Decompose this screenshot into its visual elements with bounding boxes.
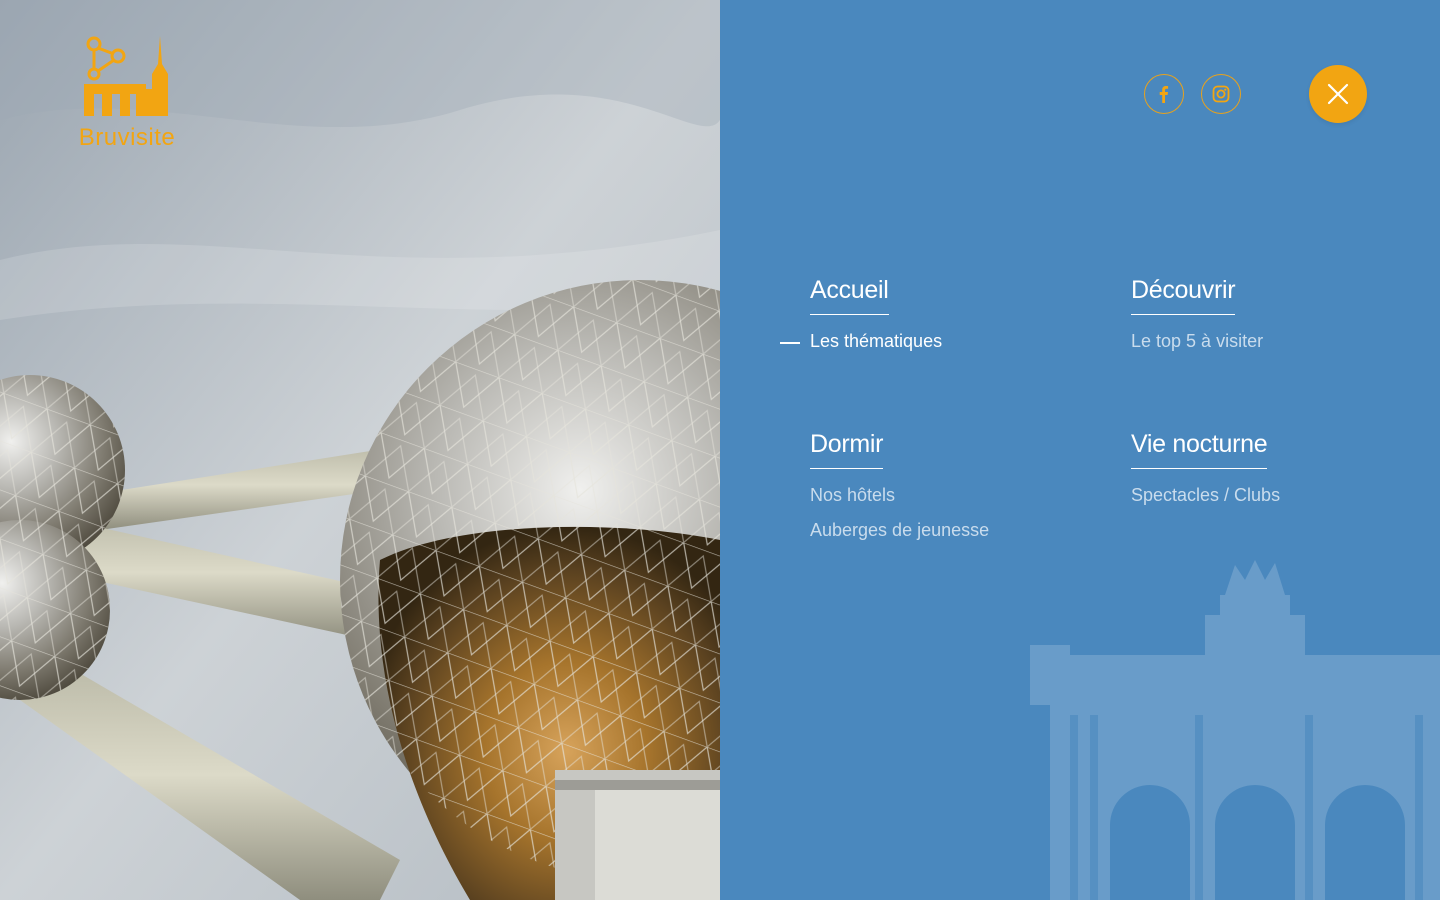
menu-link-top-5[interactable]: Le top 5 à visiter: [1131, 331, 1263, 352]
menu-column-accueil: Accueil Les thématiques: [779, 276, 942, 352]
atomium-photo: Bruvisite: [0, 0, 720, 900]
menu-link-auberges[interactable]: Auberges de jeunesse: [810, 520, 989, 541]
cinquantenaire-arch-illustration: [1030, 560, 1440, 900]
facebook-icon: [1159, 86, 1169, 103]
facebook-button[interactable]: [1144, 74, 1184, 114]
menu-heading-accueil[interactable]: Accueil: [810, 276, 889, 315]
navigation-menu-panel: Accueil Les thématiques Découvrir Le top…: [720, 0, 1440, 900]
menu-heading-decouvrir[interactable]: Découvrir: [1131, 276, 1236, 315]
instagram-button[interactable]: [1201, 74, 1241, 114]
atomium-logo-icon: [84, 36, 168, 116]
menu-heading-dormir[interactable]: Dormir: [810, 430, 884, 469]
menu-column-vie-nocturne: Vie nocturne Spectacles / Clubs: [1131, 430, 1280, 506]
menu-link-nos-hotels[interactable]: Nos hôtels: [810, 485, 989, 506]
close-icon: [1327, 83, 1349, 105]
close-menu-button[interactable]: [1309, 65, 1367, 123]
menu-link-les-thematiques[interactable]: Les thématiques: [779, 331, 942, 352]
instagram-icon: [1212, 85, 1230, 103]
menu-column-decouvrir: Découvrir Le top 5 à visiter: [1131, 276, 1263, 352]
menu-heading-vie-nocturne[interactable]: Vie nocturne: [1131, 430, 1268, 469]
brand-name: Bruvisite: [78, 124, 176, 151]
menu-link-spectacles-clubs[interactable]: Spectacles / Clubs: [1131, 485, 1280, 506]
menu-column-dormir: Dormir Nos hôtels Auberges de jeunesse: [810, 430, 989, 541]
brand-logo[interactable]: Bruvisite: [72, 34, 182, 154]
page: Bruvisite Accueil Les thématiques Découv…: [0, 0, 1440, 900]
